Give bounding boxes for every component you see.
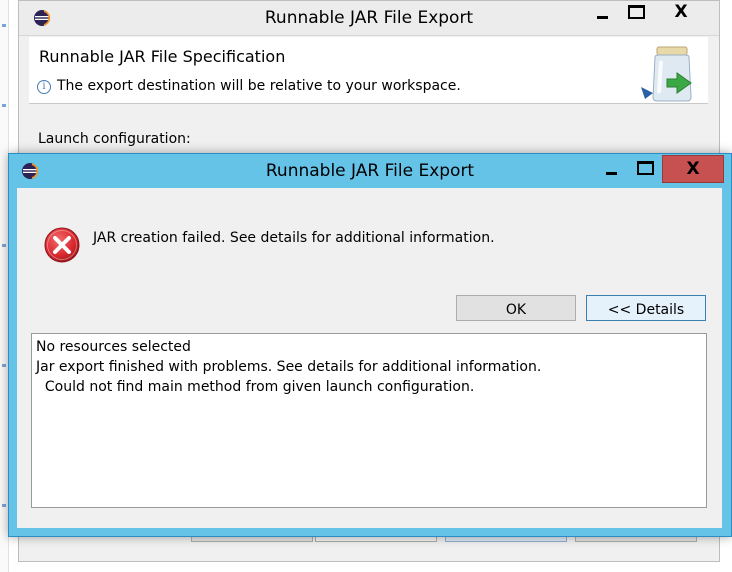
dialog-maximize-button[interactable]	[628, 155, 662, 181]
ok-button[interactable]: OK	[456, 295, 576, 321]
edge-marker	[2, 364, 6, 367]
header-separator	[29, 103, 708, 104]
maximize-icon	[636, 161, 654, 175]
details-toggle-button[interactable]: << Details	[586, 295, 706, 321]
minimize-icon	[605, 171, 617, 175]
dialog-close-button[interactable]: X	[662, 155, 724, 183]
edge-marker	[2, 24, 6, 27]
details-list[interactable]: No resources selected Jar export finishe…	[31, 333, 707, 508]
error-message: JAR creation failed. See details for add…	[93, 230, 495, 246]
page-title: Runnable JAR File Specification	[39, 47, 286, 66]
wizard-close-button[interactable]: X	[659, 1, 703, 23]
dialog-minimize-button[interactable]	[594, 155, 628, 181]
edge-marker	[2, 244, 6, 247]
jar-export-icon	[641, 46, 692, 102]
error-icon	[44, 227, 80, 263]
wizard-titlebar[interactable]: Runnable JAR File Export X	[19, 1, 719, 36]
wizard-maximize-button[interactable]	[619, 1, 653, 23]
wizard-header: Runnable JAR File Specification i The ex…	[29, 37, 708, 103]
details-line: Could not find main method from given la…	[36, 379, 475, 395]
info-icon: i	[37, 80, 51, 94]
info-message: The export destination will be relative …	[57, 78, 461, 94]
dialog-body: JAR creation failed. See details for add…	[17, 188, 722, 528]
minimize-icon	[596, 15, 608, 19]
launch-configuration-label: Launch configuration:	[38, 131, 191, 147]
maximize-icon	[627, 5, 645, 19]
error-dialog: Runnable JAR File Export X JAR creation …	[8, 153, 732, 537]
wizard-minimize-button[interactable]	[585, 1, 619, 23]
details-line: No resources selected	[36, 339, 191, 355]
details-line: Jar export finished with problems. See d…	[36, 359, 542, 375]
close-icon: X	[686, 159, 700, 179]
dialog-titlebar[interactable]: Runnable JAR File Export X	[9, 154, 731, 188]
edge-marker	[2, 104, 6, 107]
edge-marker	[2, 504, 6, 507]
close-icon: X	[674, 2, 688, 22]
